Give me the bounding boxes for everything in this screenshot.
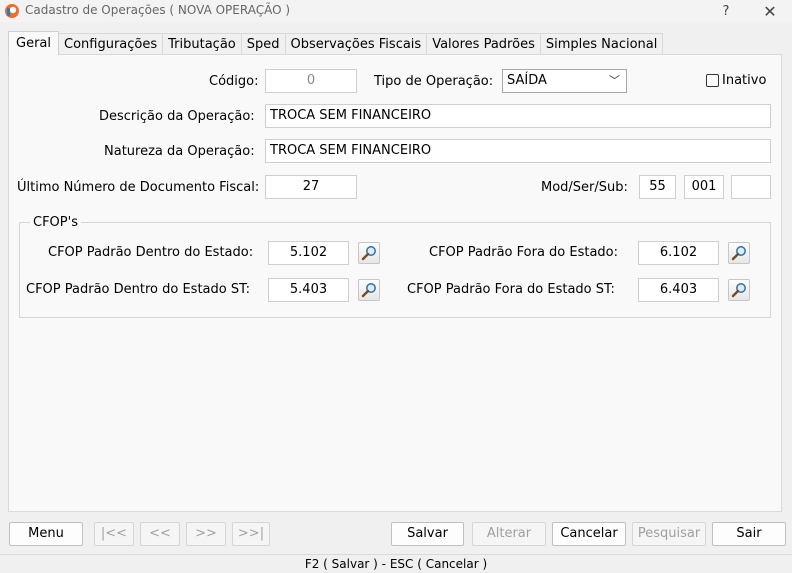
title-bar: Cadastro de Operações ( NOVA OPERAÇÃO ) …: [0, 0, 792, 22]
ultimo-numero-field[interactable]: 27: [265, 175, 357, 199]
first-record-button[interactable]: |<<: [94, 522, 134, 546]
cfop-fora-field[interactable]: 6.102: [638, 241, 719, 265]
cfop-fora-st-label: CFOP Padrão Fora do Estado ST:: [407, 282, 615, 297]
cfop-dentro-label: CFOP Padrão Dentro do Estado:: [48, 245, 254, 260]
sub-field[interactable]: [731, 175, 771, 199]
ultimo-numero-label: Último Número de Documento Fiscal:: [17, 180, 260, 195]
app-logo-icon: [5, 4, 19, 18]
descricao-field[interactable]: TROCA SEM FINANCEIRO: [265, 104, 771, 128]
tab-valores-padroes[interactable]: Valores Padrões: [426, 33, 541, 55]
search-icon: [731, 246, 746, 261]
cancelar-button[interactable]: Cancelar: [552, 522, 626, 546]
last-record-button[interactable]: >>|: [232, 522, 270, 546]
next-record-button[interactable]: >>: [186, 522, 226, 546]
tab-configuracoes[interactable]: Configurações: [58, 33, 164, 55]
window-title: Cadastro de Operações ( NOVA OPERAÇÃO ): [25, 3, 291, 17]
codigo-field[interactable]: 0: [265, 69, 357, 93]
cfop-dentro-search-button[interactable]: [358, 242, 380, 264]
chevron-down-icon: ﹀: [609, 74, 620, 87]
sair-button[interactable]: Sair: [712, 522, 786, 546]
inativo-label: Inativo: [722, 73, 767, 88]
tab-bar: Geral Configurações Tributação Sped Obse…: [8, 31, 664, 55]
cfop-group-title: CFOP's: [30, 215, 81, 230]
cfop-dentro-st-search-button[interactable]: [358, 279, 380, 301]
cfop-fora-st-search-button[interactable]: [728, 279, 750, 301]
salvar-button[interactable]: Salvar: [391, 522, 464, 546]
menu-button[interactable]: Menu: [9, 522, 83, 546]
cfop-fora-label: CFOP Padrão Fora do Estado:: [429, 245, 619, 260]
ser-field[interactable]: 001: [684, 175, 724, 199]
cfop-fora-st-field[interactable]: 6.403: [638, 278, 719, 302]
cfop-dentro-field[interactable]: 5.102: [268, 241, 349, 265]
tab-sped[interactable]: Sped: [240, 33, 286, 55]
tab-tributacao[interactable]: Tributação: [162, 33, 242, 55]
help-button[interactable]: ?: [706, 0, 746, 22]
tipo-operacao-label: Tipo de Operação:: [374, 74, 494, 89]
cfop-dentro-st-label: CFOP Padrão Dentro do Estado ST:: [26, 282, 250, 297]
mod-ser-sub-label: Mod/Ser/Sub:: [541, 180, 628, 195]
tipo-operacao-value: SAÍDA: [507, 73, 547, 88]
previous-record-button[interactable]: <<: [140, 522, 180, 546]
mod-field[interactable]: 55: [639, 175, 676, 199]
descricao-label: Descrição da Operação:: [99, 109, 255, 124]
tipo-operacao-select[interactable]: SAÍDA ﹀: [502, 69, 627, 93]
cfop-dentro-st-field[interactable]: 5.403: [268, 278, 349, 302]
cfop-fora-search-button[interactable]: [728, 242, 750, 264]
cfop-groupbox: [19, 222, 771, 318]
natureza-label: Natureza da Operação:: [104, 144, 255, 159]
tab-geral[interactable]: Geral: [8, 31, 59, 55]
pesquisar-button[interactable]: Pesquisar: [632, 522, 706, 546]
inativo-checkbox[interactable]: [706, 74, 719, 87]
alterar-button[interactable]: Alterar: [472, 522, 546, 546]
close-button[interactable]: ✕: [750, 0, 790, 22]
codigo-label: Código:: [209, 74, 259, 89]
natureza-field[interactable]: TROCA SEM FINANCEIRO: [265, 139, 771, 163]
search-icon: [361, 283, 376, 298]
search-icon: [361, 246, 376, 261]
search-icon: [731, 283, 746, 298]
tab-observacoes-fiscais[interactable]: Observações Fiscais: [284, 33, 428, 55]
status-bar: F2 ( Salvar ) - ESC ( Cancelar ): [0, 554, 792, 573]
tab-simples-nacional[interactable]: Simples Nacional: [539, 33, 664, 55]
